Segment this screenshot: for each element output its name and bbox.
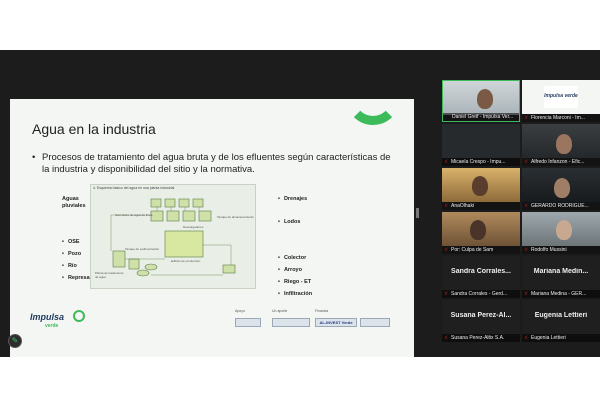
presentation-slide: Agua en la industria • Procesos de trata… — [10, 99, 414, 357]
participant-video — [443, 81, 519, 115]
gear-logo-icon — [73, 310, 85, 322]
source-item: Río — [62, 263, 77, 269]
diagram-label: Tanque de almacenamiento — [217, 215, 254, 219]
participant-name: AnaOlhaki — [442, 202, 520, 210]
diagram-label: Tanque de sedimentación — [125, 247, 160, 251]
diagram-label: Edificio de producción — [171, 259, 201, 263]
participant-tile[interactable]: ✘ Micaela Crespo - Impu... — [442, 124, 520, 166]
shared-screen: Agua en la industria • Procesos de trata… — [0, 50, 420, 357]
participant-name: Mariana Medina - GER... — [522, 290, 600, 298]
diagram-label: Suministro de agua de línea — [115, 213, 153, 217]
participant-tile[interactable]: Mariana Medin... ✘ Mariana Medina - GER.… — [522, 256, 600, 298]
participant-tile[interactable]: Impulsa verde ✘ Florencia Marconi - Im..… — [522, 80, 600, 122]
participant-name: Micaela Crespo - Impu... — [442, 158, 520, 166]
source-item: OSE — [62, 239, 80, 245]
participant-name: Daniel Greif - Impulsa Ver... — [443, 113, 519, 121]
participant-tile[interactable]: Eugenia Lettieri ✘ Eugenia Lettieri — [522, 300, 600, 342]
participant-tile[interactable]: Susana Perez-Al... ✘ Susana Perez-Altix … — [442, 300, 520, 342]
bullet-dot-icon: • — [32, 152, 36, 163]
sponsor-logo — [272, 318, 310, 327]
participant-video — [442, 124, 520, 158]
slide-title: Agua en la industria — [32, 121, 156, 137]
participant-tile[interactable]: ✘ GERARDO RODRIGUE... — [522, 168, 600, 210]
sponsor-logo — [235, 318, 261, 327]
participant-name: Susana Perez-Altix S.A. — [442, 334, 520, 342]
impulsa-avatar-logo: Impulsa verde — [544, 86, 578, 108]
diagram-label: Descargadores — [183, 225, 204, 229]
participant-name: Por: Culpa de Sam — [442, 246, 520, 254]
participant-video — [442, 168, 520, 202]
source-item: Represa — [62, 275, 90, 281]
process-diagram: 4. Esquema básico del agua en una planta… — [90, 184, 256, 289]
participant-name: GERARDO RODRIGUE... — [522, 202, 600, 210]
sponsor-label: Un aporte — [272, 309, 288, 313]
destination-item: Riego - ET — [278, 279, 311, 285]
bullet-text: Procesos de tratamiento del agua bruta y… — [42, 152, 391, 175]
participant-tile[interactable]: Daniel Greif - Impulsa Ver... — [442, 80, 520, 122]
participant-name: Sandra Corrales - Gerd... — [442, 290, 520, 298]
participant-tile[interactable]: ✘ Rodolfo Mussini — [522, 212, 600, 254]
participant-tile[interactable]: Sandra Corrales... ✘ Sandra Corrales - G… — [442, 256, 520, 298]
participant-video — [442, 212, 520, 246]
participant-video — [522, 124, 600, 158]
participant-tile[interactable]: ✘ AnaOlhaki — [442, 168, 520, 210]
participant-video — [522, 212, 600, 246]
participant-display-name: Susana Perez-Al... — [450, 312, 512, 319]
participant-name: Eugenia Lettieri — [522, 334, 600, 342]
meeting-window: Agua en la industria • Procesos de trata… — [0, 50, 600, 357]
participant-display-name: Eugenia Lettieri — [534, 312, 588, 319]
source-item: Pozo — [62, 251, 81, 257]
participant-name: Alfredo Infanzon - Efic... — [522, 158, 600, 166]
participant-display-name: Sandra Corrales... — [451, 268, 511, 275]
al-invest-logo: AL-INVEST Verde — [315, 318, 357, 327]
eu-logo — [360, 318, 390, 327]
impulsa-logo: Impulsa — [30, 312, 65, 322]
destination-item: Colector — [278, 255, 306, 261]
slide-bullet: • Procesos de tratamiento del agua bruta… — [32, 152, 392, 176]
destination-item: Arroyo — [278, 267, 302, 273]
output-item: Drenajes — [278, 196, 307, 202]
participant-gallery: Daniel Greif - Impulsa Ver... Impulsa ve… — [440, 80, 600, 357]
impulsa-logo-sub: verde — [45, 323, 59, 329]
sponsor-label: Apoyo — [235, 309, 245, 313]
diagram-label: Planta de tratamiento de agua — [95, 271, 124, 279]
output-item: Lodos — [278, 219, 301, 225]
left-header: Aguas pluviales — [62, 196, 86, 209]
pencil-icon[interactable]: ✎ — [8, 334, 22, 348]
participant-video — [522, 168, 600, 202]
participant-tile[interactable]: ✘ Por: Culpa de Sam — [442, 212, 520, 254]
participant-video: Impulsa verde — [522, 80, 600, 114]
destination-item: Infiltración — [278, 291, 312, 297]
participant-name: Florencia Marconi - Im... — [522, 114, 600, 122]
participant-name: Rodolfo Mussini — [522, 246, 600, 254]
splitter-handle[interactable] — [416, 208, 419, 218]
decorative-ring — [346, 99, 400, 125]
participant-tile[interactable]: ✘ Alfredo Infanzon - Efic... — [522, 124, 600, 166]
participant-display-name: Mariana Medin... — [533, 268, 589, 275]
sponsor-label: Financia — [315, 309, 329, 313]
